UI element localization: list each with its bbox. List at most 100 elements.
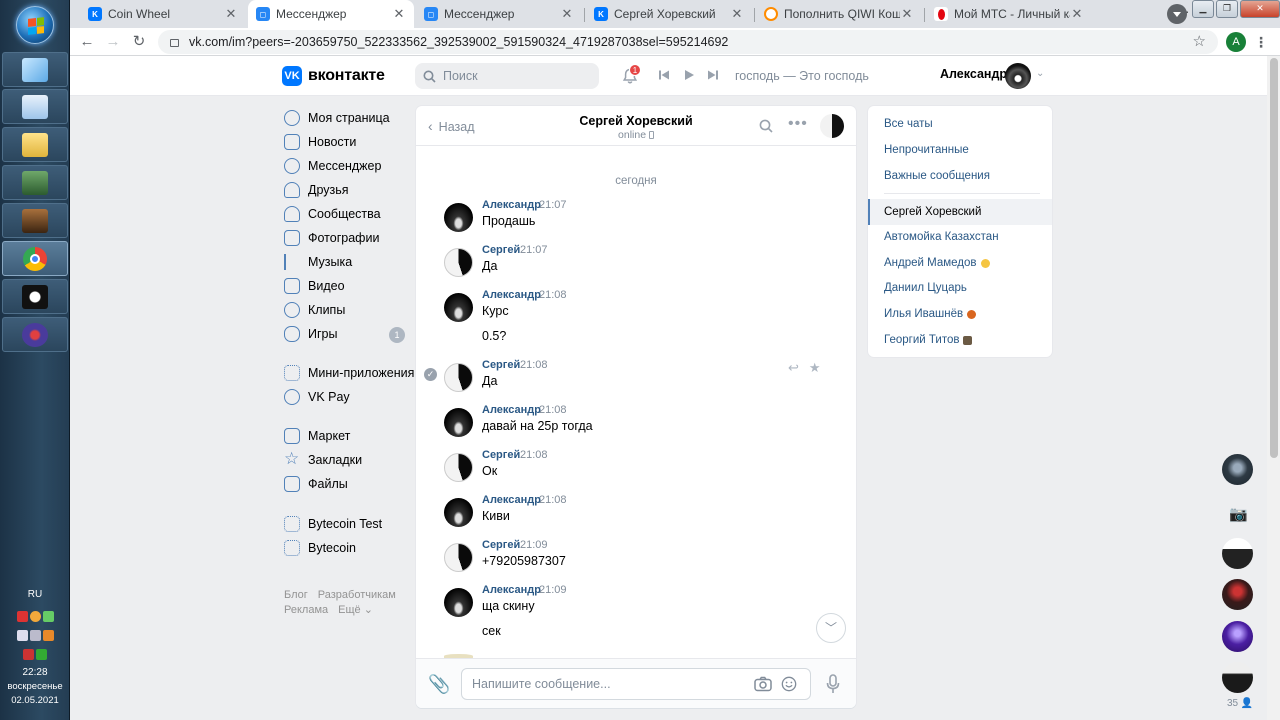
footer-link-more[interactable]: Ещё — [338, 604, 361, 616]
chat-item[interactable]: Андрей Мамедов — [868, 250, 1052, 276]
friends-online-count[interactable]: 35 👤 — [1227, 698, 1253, 709]
menu-music[interactable]: Музыка — [284, 250, 352, 274]
search-icon[interactable] — [759, 119, 773, 133]
close-tab-icon[interactable]: ✕ — [224, 6, 238, 22]
chevron-down-icon[interactable]: ⌄ — [1036, 68, 1044, 79]
author-avatar[interactable] — [444, 203, 473, 232]
taskbar-app-notepad[interactable] — [2, 52, 68, 87]
camera-icon[interactable]: 📷 — [1229, 505, 1248, 523]
author-name[interactable]: Александр — [482, 404, 541, 416]
taskbar-app-purple[interactable] — [2, 317, 68, 352]
tray-shield-icon[interactable] — [16, 611, 28, 622]
message-time[interactable]: 21:09 — [539, 584, 567, 596]
star-icon[interactable]: ★ — [809, 360, 821, 376]
author-avatar[interactable] — [444, 453, 473, 482]
close-window-button[interactable]: ✕ — [1240, 0, 1280, 18]
language-indicator[interactable]: RU — [0, 589, 70, 600]
chat-item[interactable]: Георгий Титов — [868, 327, 1052, 353]
message-time[interactable]: 21:08 — [520, 449, 548, 461]
back-arrow-icon[interactable]: ← — [76, 31, 98, 53]
attach-paperclip-icon[interactable]: 📎 — [428, 674, 450, 694]
menu-video[interactable]: Видео — [284, 274, 345, 298]
taskbar-app-monitor[interactable] — [2, 165, 68, 200]
now-playing-track[interactable]: господь — Это господь — [735, 69, 869, 83]
author-name[interactable]: Сергей — [482, 359, 520, 371]
author-avatar[interactable] — [444, 248, 473, 277]
signal-icon[interactable] — [29, 630, 41, 641]
author-name[interactable]: Александр — [482, 494, 541, 506]
footer-link-ads[interactable]: Реклама — [284, 604, 328, 616]
menu-photos[interactable]: Фотографии — [284, 226, 379, 250]
message-time[interactable]: 21:08 — [539, 494, 567, 506]
tray-network-icon[interactable] — [42, 611, 54, 622]
close-tab-icon[interactable]: ✕ — [1070, 6, 1084, 22]
page-scrollbar[interactable] — [1267, 56, 1280, 720]
play-icon[interactable] — [683, 69, 695, 81]
filter-unread[interactable]: Непрочитанные — [868, 137, 1052, 163]
author-name[interactable]: Сергей — [482, 244, 520, 256]
friend-avatar[interactable] — [1222, 538, 1253, 569]
author-name[interactable]: Александр — [482, 199, 541, 211]
volume-icon[interactable] — [16, 630, 28, 641]
author-avatar[interactable] — [444, 363, 473, 392]
tray-flower-icon[interactable] — [29, 611, 41, 622]
menu-games[interactable]: Игры — [284, 322, 337, 346]
close-tab-icon[interactable]: ✕ — [900, 6, 914, 22]
reply-icon[interactable]: ↩ — [788, 360, 799, 376]
menu-files[interactable]: Файлы — [284, 472, 348, 496]
browser-tab-sergey[interactable]: K Сергей Хоревский ✕ — [586, 0, 752, 28]
chevron-down-icon[interactable]: ⌄ — [361, 604, 373, 616]
flag-icon[interactable] — [23, 649, 34, 660]
author-name[interactable]: Александр — [482, 289, 541, 301]
taskbar-app-explorer-window[interactable] — [2, 89, 68, 124]
author-avatar[interactable] — [444, 498, 473, 527]
camera-icon[interactable] — [754, 676, 772, 692]
taskbar-app-folder[interactable] — [2, 127, 68, 162]
friend-avatar[interactable] — [1222, 621, 1253, 652]
taskbar-app-game[interactable] — [2, 203, 68, 238]
reload-icon[interactable]: ↻ — [128, 31, 150, 53]
browser-tab-mts[interactable]: Мой МТС - Личный кабинет✕ — [926, 0, 1092, 28]
emoji-smile-icon[interactable] — [780, 676, 798, 692]
chat-item-selected[interactable]: Сергей Хоревский — [868, 199, 1052, 225]
menu-bookmarks[interactable]: ☆ Закладки — [284, 448, 362, 472]
browser-tab-qiwi[interactable]: Пополнить QIWI Кошелек✕ — [756, 0, 922, 28]
next-track-icon[interactable] — [707, 69, 719, 81]
author-name[interactable]: Сергей — [482, 449, 520, 461]
filter-all-chats[interactable]: Все чаты — [868, 111, 1052, 137]
taskbar-app-chrome[interactable] — [2, 241, 68, 276]
vk-logo[interactable]: VK вконтакте — [282, 66, 385, 86]
menu-market[interactable]: Маркет — [284, 424, 350, 448]
message-time[interactable]: 21:08 — [539, 404, 567, 416]
select-message-check-icon[interactable]: ✓ — [424, 368, 437, 381]
chat-item[interactable]: Автомойка Казахстан — [868, 224, 1052, 250]
footer-link-developers[interactable]: Разработчикам — [318, 589, 396, 601]
author-name[interactable]: Александр — [482, 584, 541, 596]
chat-item[interactable]: Даниил Цуцарь — [868, 275, 1052, 301]
message-time[interactable]: 21:09 — [520, 539, 548, 551]
more-options-icon[interactable]: ••• — [788, 115, 808, 133]
close-tab-icon[interactable]: ✕ — [392, 6, 406, 22]
menu-news[interactable]: Новости — [284, 130, 356, 154]
author-name[interactable]: Сергей — [482, 539, 520, 551]
clock-time[interactable]: 22:28 — [0, 667, 70, 678]
menu-bytecoin-test[interactable]: Bytecoin Test — [284, 512, 382, 536]
scroll-down-button[interactable]: ﹀ — [816, 613, 846, 643]
author-avatar[interactable] — [444, 543, 473, 572]
tray-green-icon[interactable] — [36, 649, 47, 660]
message-time[interactable]: 21:07 — [520, 244, 548, 256]
filter-important[interactable]: Важные сообщения — [868, 163, 1052, 189]
vk-search-input[interactable]: Поиск — [415, 63, 599, 89]
menu-bytecoin[interactable]: Bytecoin — [284, 536, 356, 560]
author-avatar[interactable] — [444, 588, 473, 617]
forward-arrow-icon[interactable]: → — [102, 31, 124, 53]
profile-avatar[interactable]: A — [1226, 32, 1246, 52]
scrollbar-thumb[interactable] — [1270, 58, 1278, 458]
user-avatar[interactable] — [1005, 63, 1031, 89]
chat-item[interactable]: Илья Ивашнёв — [868, 301, 1052, 327]
message-time[interactable]: 21:08 — [539, 289, 567, 301]
close-tab-icon[interactable]: ✕ — [730, 6, 744, 22]
peer-avatar[interactable] — [820, 114, 844, 138]
menu-clips[interactable]: Клипы — [284, 298, 345, 322]
bookmark-star-icon[interactable]: ☆ — [1193, 32, 1206, 50]
